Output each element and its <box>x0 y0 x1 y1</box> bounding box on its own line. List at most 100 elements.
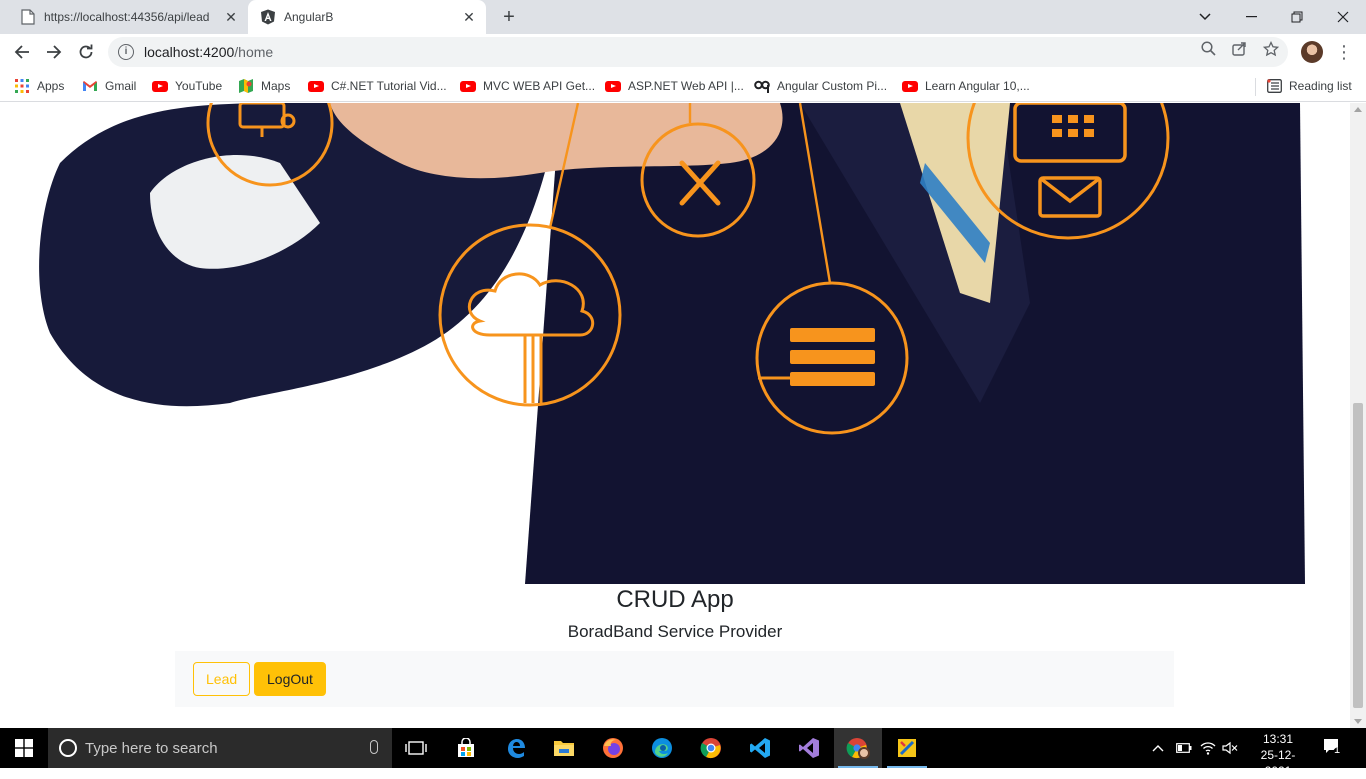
edge-app[interactable] <box>638 728 686 768</box>
show-hidden-icons-chevron-icon[interactable] <box>1152 728 1164 768</box>
taskbar-search-placeholder: Type here to search <box>85 739 218 757</box>
address-url[interactable]: localhost:4200/home <box>144 44 273 60</box>
windows-taskbar: Type here to search 13:31 25-12-2021 1 <box>0 728 1366 778</box>
taskbar-search[interactable]: Type here to search <box>48 728 392 768</box>
bookmark-label: MVC WEB API Get... <box>483 79 596 93</box>
snipping-tool-app[interactable] <box>883 728 931 768</box>
lead-button[interactable]: Lead <box>193 662 251 696</box>
snip-sketch-icon <box>898 739 916 757</box>
bookmark-mvc-web-api[interactable]: MVC WEB API Get... <box>460 75 595 97</box>
bookmarks-divider <box>1255 78 1256 96</box>
browser-toolbar: i localhost:4200/home ⋮ <box>0 34 1366 70</box>
bookmark-star-icon[interactable] <box>1262 40 1280 59</box>
close-tab-icon[interactable]: ✕ <box>462 10 476 24</box>
bookmark-label: YouTube <box>175 79 223 93</box>
reading-list-button[interactable]: Reading list <box>1266 75 1352 97</box>
minimize-button[interactable] <box>1228 0 1274 34</box>
firefox-app[interactable] <box>589 728 637 768</box>
share-icon[interactable] <box>1230 41 1248 59</box>
cp-icon <box>754 78 770 94</box>
site-info-icon[interactable]: i <box>118 44 134 60</box>
reload-icon <box>79 44 93 59</box>
app-navbar: Lead LogOut <box>175 651 1174 707</box>
battery-icon[interactable] <box>1176 728 1192 768</box>
volume-muted-icon[interactable] <box>1222 728 1238 768</box>
tab-search-chevron-icon[interactable] <box>1182 0 1228 34</box>
forward-button[interactable] <box>40 38 68 66</box>
new-tab-button[interactable]: + <box>498 6 520 28</box>
bookmark-label: Learn Angular 10,... <box>925 79 1030 93</box>
chrome-app[interactable] <box>687 728 735 768</box>
page-viewport: CRUD App BoradBand Service Provider Lead… <box>0 103 1350 728</box>
restore-button[interactable] <box>1274 0 1320 34</box>
bookmark-learn-angular[interactable]: Learn Angular 10,... <box>902 75 1030 97</box>
profile-avatar[interactable] <box>1301 41 1323 63</box>
angular-icon <box>260 9 276 25</box>
scroll-thumb[interactable] <box>1353 403 1363 708</box>
close-tab-icon[interactable]: ✕ <box>224 10 238 24</box>
bookmark-label: Apps <box>37 79 65 93</box>
bookmark-csharp-tutorial[interactable]: C#.NET Tutorial Vid... <box>308 75 447 97</box>
visual-studio-app[interactable] <box>785 728 833 768</box>
microphone-icon[interactable] <box>370 740 378 754</box>
tab-strip: https://localhost:44356/api/lead ✕ Angul… <box>0 0 1366 34</box>
logout-button[interactable]: LogOut <box>254 662 326 696</box>
back-button[interactable] <box>8 38 36 66</box>
edge-legacy-icon <box>508 739 525 758</box>
browser-menu-icon[interactable]: ⋮ <box>1335 41 1353 63</box>
tab-angularb[interactable]: AngularB ✕ <box>248 0 486 34</box>
page-scrollbar[interactable] <box>1350 103 1366 728</box>
folder-icon <box>554 741 574 756</box>
youtube-icon <box>605 78 621 94</box>
clock-date: 25-12-2021 <box>1260 748 1296 778</box>
file-explorer-app[interactable] <box>540 728 588 768</box>
reading-list-label: Reading list <box>1289 79 1352 93</box>
edge-legacy-app[interactable] <box>492 728 540 768</box>
wifi-icon[interactable] <box>1200 728 1216 768</box>
tab-title: AngularB <box>284 10 334 24</box>
scroll-up-arrow-icon[interactable] <box>1354 107 1362 112</box>
start-button[interactable] <box>0 728 48 768</box>
task-view-button[interactable] <box>392 728 440 768</box>
hero-image <box>0 103 1350 584</box>
vscode-app[interactable] <box>736 728 784 768</box>
address-bar[interactable]: i localhost:4200/home <box>108 37 1288 67</box>
address-path: /home <box>234 44 274 60</box>
reading-list-icon <box>1266 78 1282 94</box>
page-title: CRUD App <box>616 586 734 613</box>
bookmark-aspnet-web-api[interactable]: ASP.NET Web API |... <box>605 75 744 97</box>
chrome-profile-icon <box>846 738 870 759</box>
task-view-icon <box>405 741 427 755</box>
notification-icon <box>1324 739 1345 759</box>
action-center-button[interactable]: 1 <box>1318 736 1348 760</box>
bookmark-maps[interactable]: Maps <box>238 75 290 97</box>
bookmarks-bar: Apps Gmail YouTube Maps C#.NET Tutorial … <box>0 70 1366 102</box>
visual-studio-icon <box>799 738 819 758</box>
vscode-icon <box>750 738 770 758</box>
ms-store-app[interactable] <box>442 728 490 768</box>
bookmark-label: Gmail <box>105 79 137 93</box>
cortana-icon <box>59 739 77 757</box>
edge-icon <box>652 738 672 758</box>
address-host: localhost:4200 <box>144 44 235 60</box>
chrome-icon <box>700 738 721 759</box>
back-arrow-icon <box>14 45 29 59</box>
scroll-down-arrow-icon[interactable] <box>1354 719 1362 724</box>
gmail-icon <box>82 78 98 94</box>
bookmark-angular-custom-pipe[interactable]: Angular Custom Pi... <box>754 75 887 97</box>
youtube-icon <box>308 78 324 94</box>
store-icon <box>458 738 474 757</box>
youtube-icon <box>152 78 168 94</box>
zoom-icon[interactable] <box>1199 41 1217 59</box>
tab-api-lead[interactable]: https://localhost:44356/api/lead ✕ <box>8 0 248 34</box>
close-window-button[interactable] <box>1320 0 1366 34</box>
bookmark-apps[interactable]: Apps <box>14 75 64 97</box>
youtube-icon <box>460 78 476 94</box>
bookmark-label: Maps <box>261 79 291 93</box>
bookmark-youtube[interactable]: YouTube <box>152 75 222 97</box>
system-clock[interactable]: 13:31 25-12-2021 <box>1250 731 1306 779</box>
tab-title: https://localhost:44356/api/lead <box>44 10 210 24</box>
chrome-profile-app[interactable] <box>834 728 882 768</box>
bookmark-gmail[interactable]: Gmail <box>82 75 136 97</box>
reload-button[interactable] <box>72 38 100 66</box>
